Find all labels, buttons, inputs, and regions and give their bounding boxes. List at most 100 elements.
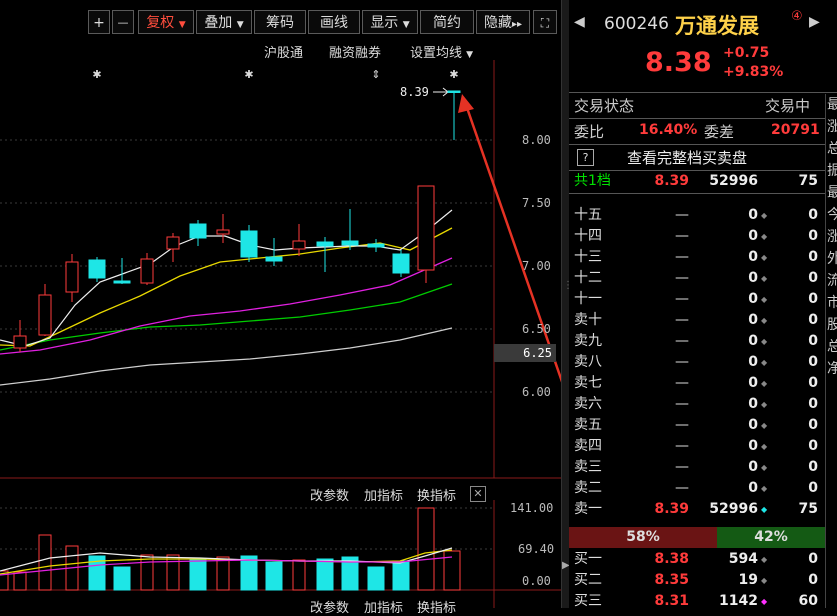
level-price: 8.38	[654, 551, 689, 567]
level-change: 0	[808, 551, 818, 567]
display-button[interactable]: 显示 ▼	[362, 10, 418, 34]
level-change: 0	[808, 459, 818, 475]
simple-button[interactable]: 简约	[420, 10, 474, 34]
sell-row[interactable]: 卖六 —0 ◆ 0	[569, 394, 837, 415]
diamond-icon: ◆	[761, 211, 768, 220]
level-price: —	[675, 228, 689, 244]
margin-trading-link[interactable]: 融资融券	[329, 42, 381, 61]
axis-tick: 6.00	[522, 385, 551, 399]
hugutong-link[interactable]: 沪股通	[264, 42, 303, 61]
level-volume: 0	[748, 417, 758, 433]
level-price: —	[675, 375, 689, 391]
axis-tick: 7.50	[522, 196, 551, 210]
sell-row[interactable]: 卖九 —0 ◆ 0	[569, 331, 837, 352]
axis-tick: 6.50	[522, 322, 551, 336]
level-volume: 0	[748, 375, 758, 391]
prev-stock-icon[interactable]: ◀	[574, 14, 585, 30]
double-arrow-icon: ▸▸	[511, 19, 523, 30]
sell-row[interactable]: 卖八 —0 ◆ 0	[569, 352, 837, 373]
sell-row[interactable]: 卖一 8.39 52996 ◆ 75	[569, 499, 837, 520]
weicha-label: 委差	[704, 123, 735, 141]
level-change: 0	[808, 438, 818, 454]
set-ma-button[interactable]: 设置均线 ▼	[410, 42, 473, 61]
diamond-icon: ◆	[761, 576, 768, 585]
chips-button[interactable]: 筹码	[254, 10, 306, 34]
sell-row[interactable]: 十一 —0 ◆ 0	[569, 289, 837, 310]
buy-row[interactable]: 买三 8.31 1142 ◆ 60	[569, 591, 837, 612]
diamond-icon: ◆	[761, 295, 768, 304]
level-change: 0	[808, 396, 818, 412]
level-label: 十五	[574, 207, 602, 223]
last-price: 8.38	[645, 47, 712, 78]
switch-indicator-button-2[interactable]: 换指标	[417, 597, 456, 616]
volume-chart[interactable]	[0, 500, 561, 608]
diamond-icon: ◆	[761, 337, 768, 346]
level-label: 卖二	[574, 480, 602, 496]
add-indicator-button-2[interactable]: 加指标	[364, 597, 403, 616]
zoom-out-button[interactable]: —	[112, 10, 134, 34]
diamond-icon: ◆	[761, 316, 768, 325]
level-label: 买一	[574, 551, 602, 567]
diamond-icon: ◆	[761, 442, 768, 451]
side-char: 涨	[826, 116, 837, 138]
hide-button[interactable]: 隐藏▸▸	[476, 10, 530, 34]
total-level-row: 共1档 8.39 52996 75	[569, 171, 837, 192]
side-char: 总	[826, 336, 837, 358]
level-price: —	[675, 480, 689, 496]
buy-row[interactable]: 买二 8.35 19 ◆ 0	[569, 570, 837, 591]
buy-row[interactable]: 买一 8.38 594 ◆ 0	[569, 549, 837, 570]
sell-row[interactable]: 卖五 —0 ◆ 0	[569, 415, 837, 436]
sell-row[interactable]: 十三 —0 ◆ 0	[569, 247, 837, 268]
next-stock-icon[interactable]: ▶	[809, 14, 820, 30]
divider	[569, 193, 825, 194]
fuquan-label: 复权	[146, 15, 175, 31]
change-params-button-2[interactable]: 改参数	[310, 597, 349, 616]
level-volume: 0	[748, 312, 758, 328]
sell-row[interactable]: 卖七 —0 ◆ 0	[569, 373, 837, 394]
level-volume: 0	[748, 480, 758, 496]
quote-panel: ◀ 600246 万通发展 ④ ▶ 8.38 +0.75 +9.83% 交易状态…	[569, 0, 837, 609]
side-char: 流	[826, 270, 837, 292]
current-price-tag: 6.25	[494, 344, 556, 362]
level-change: 0	[808, 572, 818, 588]
chart-area[interactable]: + — 复权 ▼ 叠加 ▼ 筹码 画线 显示 ▼ 简约 隐藏▸▸ ⛶ 沪股通 融…	[0, 0, 561, 616]
diamond-icon: ◆	[761, 253, 768, 262]
level-label: 卖四	[574, 438, 602, 454]
sell-row[interactable]: 卖十 —0 ◆ 0	[569, 310, 837, 331]
chevron-down-icon: ▼	[466, 50, 474, 60]
sell-row[interactable]: 卖四 —0 ◆ 0	[569, 436, 837, 457]
diamond-icon: ◆	[761, 379, 768, 388]
sell-row[interactable]: 卖二 —0 ◆ 0	[569, 478, 837, 499]
weibi-label: 委比	[574, 123, 605, 141]
sell-row[interactable]: 卖三 —0 ◆ 0	[569, 457, 837, 478]
full-order-book-link[interactable]: 查看完整档买卖盘	[627, 147, 747, 168]
divider	[569, 118, 825, 119]
axis-tick: 7.00	[522, 259, 551, 273]
level-volume: 0	[748, 207, 758, 223]
total-ch: 75	[798, 173, 818, 189]
sell-row[interactable]: 十五 —0 ◆ 0	[569, 205, 837, 226]
level-label: 卖九	[574, 333, 602, 349]
level-volume: 0	[748, 333, 758, 349]
level-price: —	[675, 396, 689, 412]
diamond-icon: ◆	[761, 400, 768, 409]
sell-row[interactable]: 十四 —0 ◆ 0	[569, 226, 837, 247]
side-char: 今	[826, 204, 837, 226]
level-change: 0	[808, 312, 818, 328]
overlay-button[interactable]: 叠加 ▼	[196, 10, 252, 34]
candlestick-chart[interactable]: ✱ ✱ ⇕ ✱ 8.39	[0, 60, 561, 480]
fuquan-button[interactable]: 复权 ▼	[138, 10, 194, 34]
help-icon[interactable]: ?	[577, 149, 594, 166]
draw-line-button[interactable]: 画线	[308, 10, 360, 34]
fullscreen-button[interactable]: ⛶	[533, 10, 557, 34]
ratio-buy: 42%	[717, 527, 825, 548]
sell-row[interactable]: 十二 —0 ◆ 0	[569, 268, 837, 289]
level-volume: 0	[748, 270, 758, 286]
level-volume: 0	[748, 396, 758, 412]
zoom-in-button[interactable]: +	[88, 10, 110, 34]
level-price: —	[675, 438, 689, 454]
stock-code: 600246	[604, 14, 669, 34]
side-char: 总	[826, 138, 837, 160]
level-label: 卖三	[574, 459, 602, 475]
level-label: 十一	[574, 291, 602, 307]
